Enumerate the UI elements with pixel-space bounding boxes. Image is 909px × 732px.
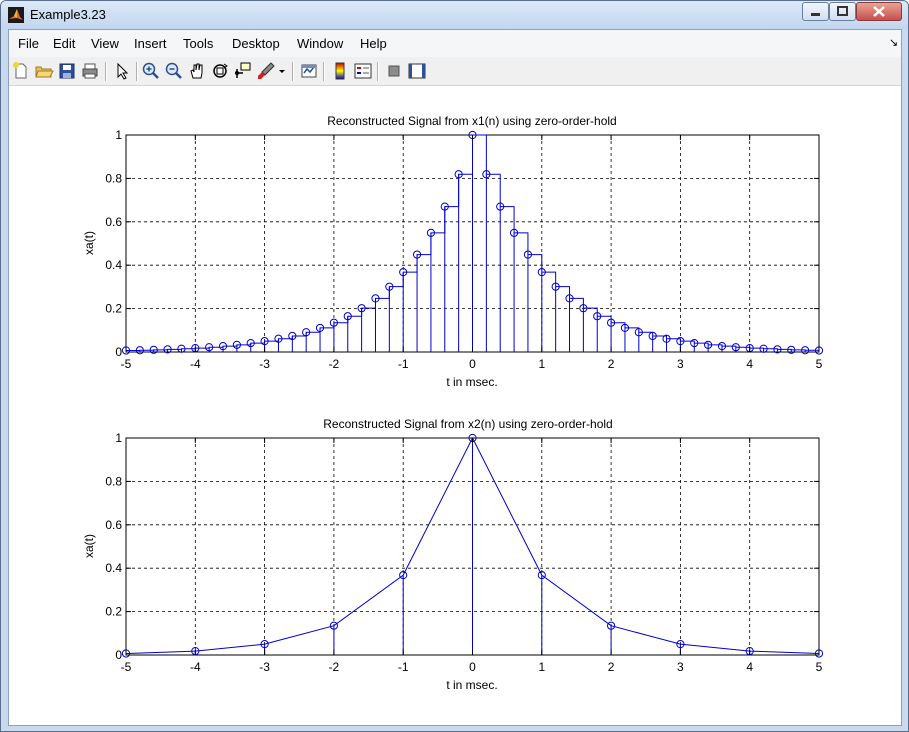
x-tick-label: 1 bbox=[538, 357, 545, 371]
x-tick-label: -1 bbox=[398, 357, 409, 371]
axes-1-ylabel: xa(t) bbox=[82, 231, 96, 255]
y-tick-label: 0.2 bbox=[105, 302, 122, 316]
y-tick-label: 0.6 bbox=[105, 215, 122, 229]
x-tick-label: 3 bbox=[677, 357, 684, 371]
x-tick-label: 3 bbox=[677, 660, 684, 674]
figure-canvas: -5 -4 -3 -2 -1 0 1 2 3 4 5 0 0.2 0.4 0.6 0.8 1 Reconstru… bbox=[9, 86, 901, 725]
y-tick-label: 0.8 bbox=[105, 474, 122, 488]
y-tick-label: 0.6 bbox=[105, 518, 122, 532]
figure-client-area: File Edit View Insert Tools Desktop Wind… bbox=[8, 29, 902, 726]
x-tick-label: -3 bbox=[259, 660, 270, 674]
x-tick-label: -3 bbox=[259, 357, 270, 371]
x-tick-label: -4 bbox=[190, 660, 201, 674]
axes-2-xlabel: t in msec. bbox=[446, 678, 497, 692]
x-tick-label: -2 bbox=[329, 357, 340, 371]
axes-1-xlabel: t in msec. bbox=[446, 375, 497, 389]
y-tick-label: 0 bbox=[115, 345, 122, 359]
x-tick-label: 1 bbox=[538, 660, 545, 674]
plots-svg: -5 -4 -3 -2 -1 0 1 2 3 4 5 0 0.2 0.4 0.6 0.8 1 Reconstru… bbox=[82, 114, 824, 692]
x-tick-label: 4 bbox=[746, 357, 753, 371]
x-tick-label: 2 bbox=[608, 660, 615, 674]
x-tick-label: 5 bbox=[816, 660, 823, 674]
axes-2[interactable]: -5 -4 -3 -2 -1 0 1 2 3 4 5 0 0.2 0.4 0.6 0.8 1 Reconstru… bbox=[82, 417, 824, 692]
x-tick-label: -4 bbox=[190, 357, 201, 371]
figure-window: Example3.23 File Edit View Insert Tools … bbox=[0, 0, 909, 732]
x-tick-label: 4 bbox=[746, 660, 753, 674]
y-tick-label: 0.4 bbox=[105, 258, 122, 272]
y-tick-label: 0.8 bbox=[105, 171, 122, 185]
axes-2-title: Reconstructed Signal from x2(n) using ze… bbox=[323, 417, 612, 431]
axes-2-ylabel: xa(t) bbox=[82, 534, 96, 558]
axes-1[interactable]: -5 -4 -3 -2 -1 0 1 2 3 4 5 0 0.2 0.4 0.6 0.8 1 Reconstru… bbox=[82, 114, 824, 389]
x-tick-label: -5 bbox=[121, 357, 132, 371]
axes-1-title: Reconstructed Signal from x1(n) using ze… bbox=[327, 114, 616, 128]
y-tick-label: 0.4 bbox=[105, 561, 122, 575]
x-tick-label: -2 bbox=[329, 660, 340, 674]
x-tick-label: 0 bbox=[469, 357, 476, 371]
x-tick-label: -1 bbox=[398, 660, 409, 674]
y-tick-label: 0.2 bbox=[105, 605, 122, 619]
y-tick-label: 0 bbox=[115, 648, 122, 662]
x-tick-label: 5 bbox=[816, 357, 823, 371]
x-tick-label: 0 bbox=[469, 660, 476, 674]
x-tick-label: -5 bbox=[121, 660, 132, 674]
y-tick-label: 1 bbox=[115, 431, 122, 445]
y-tick-label: 1 bbox=[115, 128, 122, 142]
x-tick-label: 2 bbox=[608, 357, 615, 371]
